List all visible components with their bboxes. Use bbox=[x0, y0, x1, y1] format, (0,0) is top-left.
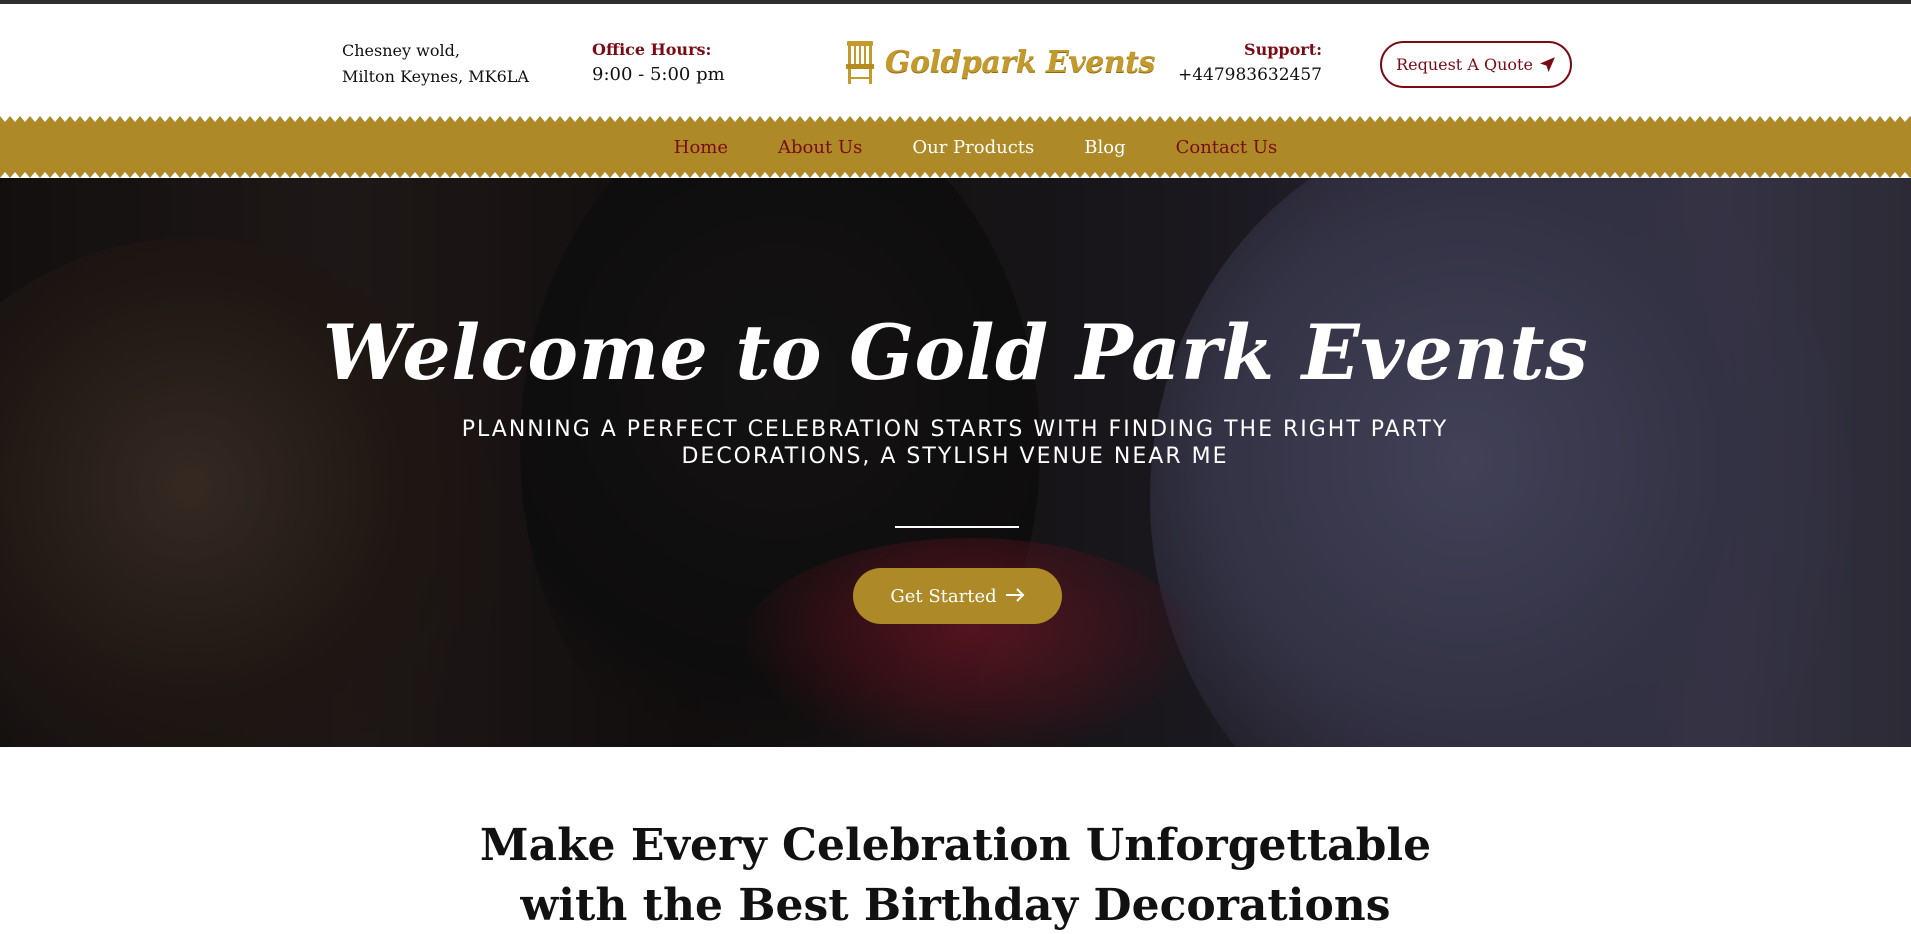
logo-text: Goldpark Events bbox=[885, 44, 1155, 80]
hero-subtitle: PLANNING A PERFECT CELEBRATION STARTS WI… bbox=[461, 417, 1449, 469]
office-hours-value: 9:00 - 5:00 pm bbox=[592, 64, 725, 85]
nav-item-home[interactable]: Home bbox=[674, 137, 728, 158]
nav-item-contact-us[interactable]: Contact Us bbox=[1176, 137, 1278, 158]
request-quote-label: Request A Quote bbox=[1396, 55, 1533, 74]
address-line-2: Milton Keynes, MK6LA bbox=[342, 67, 529, 86]
hero-banner: Welcome to Gold Park Events PLANNING A P… bbox=[0, 178, 1911, 747]
hero-title: Welcome to Gold Park Events bbox=[322, 308, 1589, 397]
chair-icon bbox=[843, 39, 877, 85]
nav-item-our-products[interactable]: Our Products bbox=[912, 137, 1034, 158]
request-quote-button[interactable]: Request A Quote bbox=[1380, 41, 1572, 88]
nav-list: Home About Us Our Products Blog Contact … bbox=[0, 116, 1911, 178]
site-logo[interactable]: Goldpark Events bbox=[843, 36, 1155, 88]
office-hours-label: Office Hours: bbox=[592, 40, 712, 59]
site-header: Chesney wold, Milton Keynes, MK6LA Offic… bbox=[0, 4, 1911, 116]
address-line-1: Chesney wold, bbox=[342, 41, 460, 60]
address: Chesney wold, Milton Keynes, MK6LA bbox=[342, 38, 529, 90]
section-heading: Make Every Celebration Unforgettable wit… bbox=[0, 816, 1911, 934]
hero-divider bbox=[895, 526, 1019, 528]
nav-bottom-edge bbox=[0, 170, 1911, 178]
nav-item-blog[interactable]: Blog bbox=[1084, 137, 1125, 158]
get-started-label: Get Started bbox=[890, 585, 997, 607]
support-label: Support: bbox=[1244, 40, 1322, 59]
section-heading-line-1: Make Every Celebration Unforgettable bbox=[479, 820, 1432, 871]
arrow-right-icon bbox=[1005, 586, 1025, 607]
support-info: Support: +447983632457 bbox=[1178, 38, 1322, 88]
office-hours: Office Hours: 9:00 - 5:00 pm bbox=[592, 38, 725, 88]
paper-plane-icon bbox=[1539, 56, 1556, 73]
section-heading-line-2: with the Best Birthday Decorations bbox=[520, 880, 1391, 931]
main-nav: Home About Us Our Products Blog Contact … bbox=[0, 116, 1911, 178]
nav-item-about-us[interactable]: About Us bbox=[778, 137, 862, 158]
support-phone[interactable]: +447983632457 bbox=[1178, 62, 1322, 88]
get-started-button[interactable]: Get Started bbox=[853, 568, 1062, 624]
